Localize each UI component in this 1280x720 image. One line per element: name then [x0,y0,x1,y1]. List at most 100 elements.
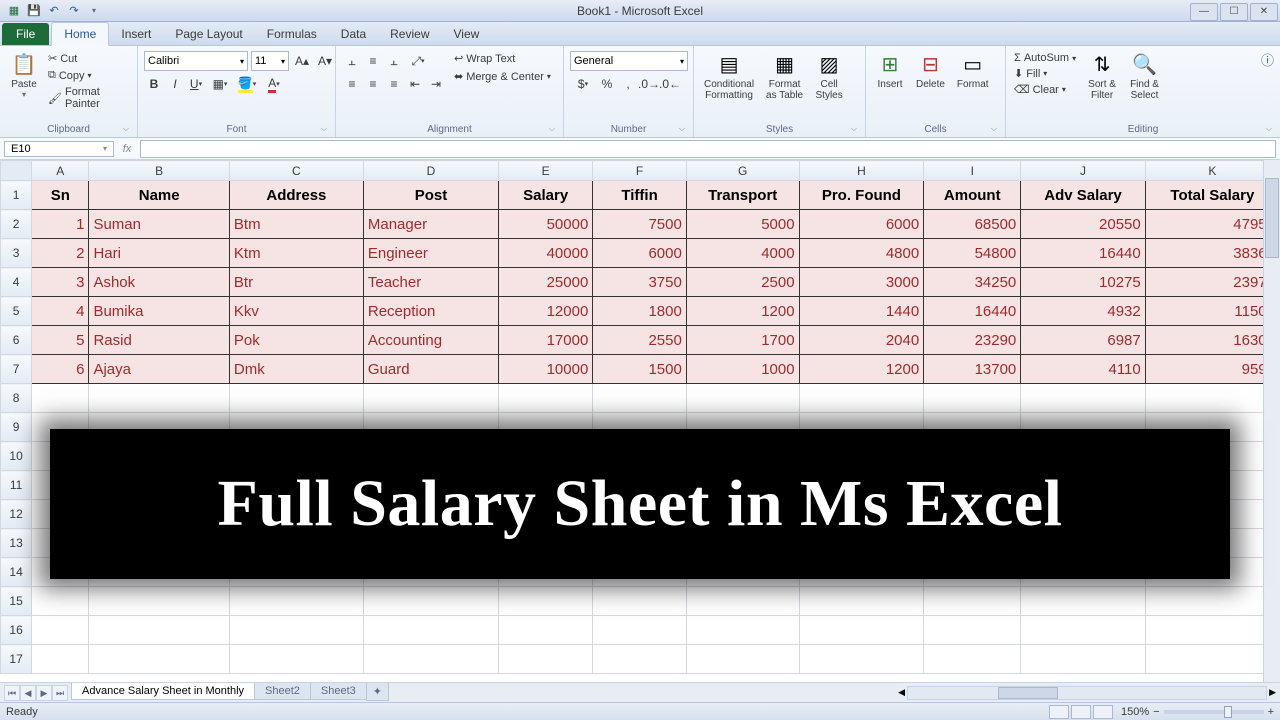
col-header-F[interactable]: F [593,161,687,181]
prev-sheet-button[interactable]: ◀ [20,685,36,701]
cell-C16[interactable] [229,616,363,645]
cell-B8[interactable] [89,384,229,413]
row-header-16[interactable]: 16 [1,616,32,645]
insert-cells-button[interactable]: ⊞Insert [872,48,908,92]
cell-G5[interactable]: 1200 [686,297,799,326]
file-tab[interactable]: File [2,23,49,45]
col-header-B[interactable]: B [89,161,229,181]
cell-C4[interactable]: Btr [229,268,363,297]
cell-C8[interactable] [229,384,363,413]
cell-H8[interactable] [799,384,924,413]
cell-D15[interactable] [363,587,498,616]
format-as-table-button[interactable]: ▦Format as Table [762,48,807,103]
cell-K6[interactable]: 16303 [1145,326,1279,355]
page-break-view-button[interactable] [1093,705,1113,719]
cell-J7[interactable]: 4110 [1021,355,1145,384]
decrease-decimal-button[interactable]: .0← [660,74,680,94]
cell-J5[interactable]: 4932 [1021,297,1145,326]
format-painter-button[interactable]: 🖌Format Painter [46,85,131,111]
tab-home[interactable]: Home [51,22,109,46]
cell-E15[interactable] [499,587,593,616]
cut-button[interactable]: ✂Cut [46,51,131,66]
col-header-K[interactable]: K [1145,161,1279,181]
tab-review[interactable]: Review [378,23,441,45]
bold-button[interactable]: B [144,74,164,94]
help-icon[interactable]: ⓘ [1261,50,1274,69]
cell-I2[interactable]: 68500 [924,210,1021,239]
cell-B5[interactable]: Bumika [89,297,229,326]
cell-G2[interactable]: 5000 [686,210,799,239]
undo-icon[interactable]: ↶ [46,3,62,19]
new-sheet-button[interactable]: ✦ [366,683,389,701]
decrease-indent-button[interactable]: ⇤ [405,74,425,94]
row-header-4[interactable]: 4 [1,268,32,297]
cell-E5[interactable]: 12000 [499,297,593,326]
cell-B17[interactable] [89,645,229,674]
cell-H15[interactable] [799,587,924,616]
col-header-A[interactable]: A [32,161,89,181]
cell-E1[interactable]: Salary [499,181,593,210]
fx-icon[interactable]: fx [118,143,136,155]
cell-A5[interactable]: 4 [32,297,89,326]
increase-indent-button[interactable]: ⇥ [426,74,446,94]
minimize-button[interactable]: — [1190,3,1218,21]
col-header-E[interactable]: E [499,161,593,181]
cell-F6[interactable]: 2550 [593,326,687,355]
cell-H1[interactable]: Pro. Found [799,181,924,210]
cell-K15[interactable] [1145,587,1279,616]
cell-F5[interactable]: 1800 [593,297,687,326]
cell-G7[interactable]: 1000 [686,355,799,384]
row-header-6[interactable]: 6 [1,326,32,355]
col-header-I[interactable]: I [924,161,1021,181]
cell-A1[interactable]: Sn [32,181,89,210]
wrap-text-button[interactable]: ↩Wrap Text [452,51,553,66]
cell-F1[interactable]: Tiffin [593,181,687,210]
cell-A16[interactable] [32,616,89,645]
first-sheet-button[interactable]: ⏮ [4,685,20,701]
cell-K1[interactable]: Total Salary [1145,181,1279,210]
cell-A4[interactable]: 3 [32,268,89,297]
row-header-2[interactable]: 2 [1,210,32,239]
cell-B16[interactable] [89,616,229,645]
col-header-G[interactable]: G [686,161,799,181]
cell-D5[interactable]: Reception [363,297,498,326]
scroll-thumb[interactable] [998,687,1058,699]
close-button[interactable]: ✕ [1250,3,1278,21]
cell-K8[interactable] [1145,384,1279,413]
font-size-select[interactable]: 11▾ [251,51,289,71]
cell-I7[interactable]: 13700 [924,355,1021,384]
fill-color-button[interactable]: 🪣▾ [234,74,260,94]
autosum-button[interactable]: ΣAutoSum▾ [1012,51,1078,65]
cell-G15[interactable] [686,587,799,616]
cell-I17[interactable] [924,645,1021,674]
cell-B4[interactable]: Ashok [89,268,229,297]
percent-button[interactable]: % [597,74,617,94]
last-sheet-button[interactable]: ⏭ [52,685,68,701]
row-header-15[interactable]: 15 [1,587,32,616]
cell-A7[interactable]: 6 [32,355,89,384]
spreadsheet-grid[interactable]: ABCDEFGHIJK1SnNameAddressPostSalaryTiffi… [0,160,1280,682]
cell-G4[interactable]: 2500 [686,268,799,297]
horizontal-scrollbar[interactable] [907,686,1267,700]
cell-B3[interactable]: Hari [89,239,229,268]
sort-filter-button[interactable]: ⇅Sort & Filter [1084,48,1120,103]
font-name-select[interactable]: Calibri▾ [144,51,248,71]
cell-F16[interactable] [593,616,687,645]
cell-A15[interactable] [32,587,89,616]
tab-page-layout[interactable]: Page Layout [163,23,254,45]
cell-D17[interactable] [363,645,498,674]
cell-I8[interactable] [924,384,1021,413]
cell-D6[interactable]: Accounting [363,326,498,355]
cell-I16[interactable] [924,616,1021,645]
cell-E6[interactable]: 17000 [499,326,593,355]
cell-A8[interactable] [32,384,89,413]
underline-button[interactable]: U▾ [186,74,206,94]
cell-J17[interactable] [1021,645,1145,674]
page-layout-view-button[interactable] [1071,705,1091,719]
col-header-H[interactable]: H [799,161,924,181]
tab-formulas[interactable]: Formulas [255,23,329,45]
cell-G6[interactable]: 1700 [686,326,799,355]
cell-F4[interactable]: 3750 [593,268,687,297]
align-center-button[interactable]: ≡ [363,74,383,94]
cell-J6[interactable]: 6987 [1021,326,1145,355]
